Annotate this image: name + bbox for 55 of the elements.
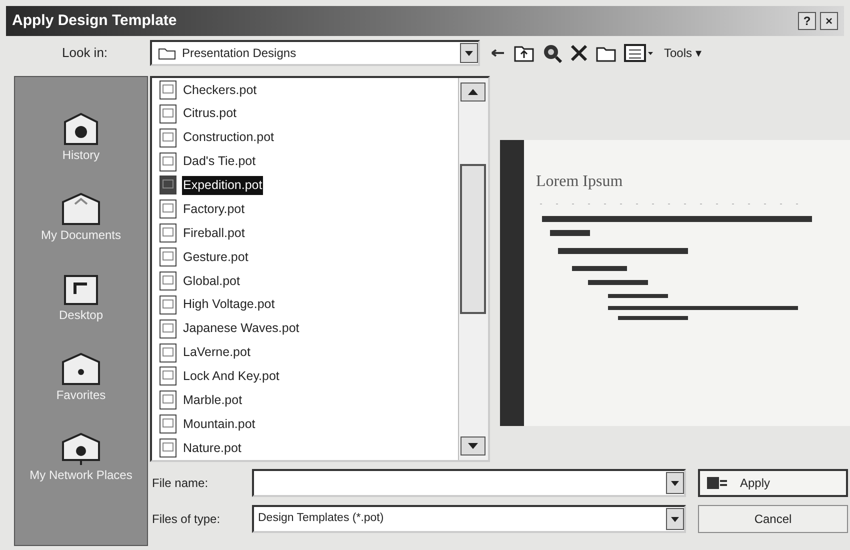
scroll-thumb[interactable] xyxy=(460,164,486,314)
window-title: Apply Design Template xyxy=(12,10,177,31)
file-item[interactable]: Lock And Key.pot xyxy=(152,364,458,388)
file-type-label: Files of type: xyxy=(151,511,222,528)
template-file-icon[interactable] xyxy=(158,175,178,196)
look-in-dropdown[interactable]: Presentation Designs xyxy=(150,40,480,66)
file-item[interactable]: LaVerne.pot xyxy=(152,340,458,364)
file-item[interactable]: Construction.pot xyxy=(152,126,458,150)
tools-menu[interactable]: Tools ▾ xyxy=(664,44,702,62)
search-web-icon[interactable] xyxy=(542,43,562,63)
file-item[interactable]: Japanese Waves.pot xyxy=(152,316,458,341)
cancel-button[interactable]: Cancel xyxy=(698,505,848,533)
template-file-icon[interactable] xyxy=(158,270,178,291)
template-file-icon[interactable] xyxy=(158,318,178,339)
file-item[interactable]: Nature.pot xyxy=(152,436,458,460)
file-item[interactable]: High Voltage.pot xyxy=(152,292,458,317)
template-file-icon[interactable] xyxy=(158,128,178,148)
file-item[interactable]: Checkers.pot xyxy=(152,78,458,102)
template-file-icon[interactable] xyxy=(158,247,178,268)
file-item[interactable]: Dad's Tie.pot xyxy=(152,150,458,174)
template-file-icon[interactable] xyxy=(158,366,178,386)
file-item[interactable]: Citrus.pot xyxy=(152,102,458,126)
template-apply-icon[interactable] xyxy=(706,475,728,491)
template-file-icon[interactable] xyxy=(158,414,178,434)
file-type-dropdown[interactable]: Design Templates (*.pot) xyxy=(252,505,686,533)
file-item[interactable]: Gesture.pot xyxy=(152,245,458,269)
help-button[interactable]: ? xyxy=(798,12,816,30)
file-name-label: File name: xyxy=(151,475,210,492)
template-file-icon[interactable] xyxy=(158,199,178,220)
file-name-field[interactable] xyxy=(252,469,686,497)
up-folder-icon[interactable] xyxy=(514,44,534,62)
template-file-icon[interactable] xyxy=(158,152,178,172)
look-in-label: Look in: xyxy=(61,44,109,62)
slide-title: Lorem Ipsum xyxy=(536,172,624,192)
apply-button[interactable]: Apply xyxy=(698,469,848,497)
close-button[interactable]: × xyxy=(820,12,838,30)
look-in-value: Presentation Designs xyxy=(182,45,298,62)
folder-icon[interactable] xyxy=(158,46,176,60)
field-value: Design Templates (*.pot) xyxy=(257,511,385,526)
template-file-icon[interactable] xyxy=(158,223,178,244)
file-item[interactable]: Marble.pot xyxy=(152,388,458,412)
template-file-icon[interactable] xyxy=(158,104,178,124)
template-file-icon[interactable] xyxy=(158,390,178,410)
scroll-bar[interactable] xyxy=(458,78,488,460)
template-file-icon[interactable] xyxy=(158,342,178,363)
file-item[interactable]: Expedition.pot xyxy=(152,174,458,198)
file-item[interactable]: Factory.pot xyxy=(152,197,458,222)
template-file-icon[interactable] xyxy=(158,294,178,315)
views-icon[interactable] xyxy=(624,44,654,62)
template-file-icon[interactable] xyxy=(158,438,178,458)
file-item[interactable]: Mountain.pot xyxy=(152,412,458,436)
file-item[interactable]: Fireball.pot xyxy=(152,221,458,246)
template-file-icon[interactable] xyxy=(158,80,178,100)
delete-icon[interactable] xyxy=(570,44,588,62)
file-item[interactable]: Global.pot xyxy=(152,269,458,293)
